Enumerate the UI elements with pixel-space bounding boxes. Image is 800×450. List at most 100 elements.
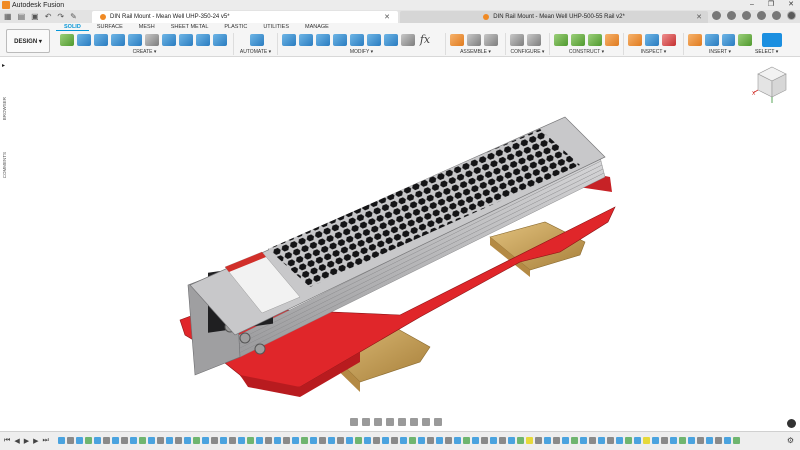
timeline-feature-icon[interactable] bbox=[688, 437, 695, 444]
timeline-feature-icon[interactable] bbox=[499, 437, 506, 444]
timeline-feature-icon[interactable] bbox=[625, 437, 632, 444]
extensions-icon[interactable] bbox=[727, 11, 736, 20]
timeline-feature-icon[interactable] bbox=[148, 437, 155, 444]
tab-din-rail-uhp-500[interactable]: DIN Rail Mount - Mean Well UHP-500-55 Ra… bbox=[400, 10, 708, 23]
timeline-feature-icon[interactable] bbox=[436, 437, 443, 444]
configure-icon[interactable] bbox=[510, 34, 524, 46]
select-menu[interactable]: SELECT ▾ bbox=[755, 49, 778, 55]
comments-panel-toggle[interactable]: COMMENTS bbox=[2, 152, 7, 178]
timeline-feature-icon[interactable] bbox=[346, 437, 353, 444]
measure-icon[interactable] bbox=[628, 34, 642, 46]
timeline-feature-icon[interactable] bbox=[175, 437, 182, 444]
timeline-feature-icon[interactable] bbox=[715, 437, 722, 444]
timeline-feature-icon[interactable] bbox=[607, 437, 614, 444]
table-icon[interactable] bbox=[527, 34, 541, 46]
timeline-feature-icon[interactable] bbox=[103, 437, 110, 444]
timeline-feature-icon[interactable] bbox=[238, 437, 245, 444]
timeline-feature-icon[interactable] bbox=[643, 437, 650, 444]
file-menu-icon[interactable]: ▤ bbox=[18, 12, 26, 21]
axis-icon[interactable] bbox=[588, 34, 602, 46]
grid-settings-icon[interactable] bbox=[422, 418, 430, 426]
point-icon[interactable] bbox=[605, 34, 619, 46]
chat-icon[interactable] bbox=[787, 419, 796, 428]
timeline-feature-icon[interactable] bbox=[139, 437, 146, 444]
as-built-joint-icon[interactable] bbox=[484, 34, 498, 46]
tab-surface[interactable]: SURFACE bbox=[89, 24, 131, 31]
timeline-feature-icon[interactable] bbox=[400, 437, 407, 444]
insert-derive-icon[interactable] bbox=[688, 34, 702, 46]
tab-sheet-metal[interactable]: SHEET METAL bbox=[163, 24, 217, 31]
timeline-feature-icon[interactable] bbox=[229, 437, 236, 444]
viewports-icon[interactable] bbox=[434, 418, 442, 426]
timeline-feature-icon[interactable] bbox=[256, 437, 263, 444]
timeline-feature-icon[interactable] bbox=[310, 437, 317, 444]
timeline-prev-button[interactable]: ◀ bbox=[14, 437, 19, 445]
timeline-feature-icon[interactable] bbox=[67, 437, 74, 444]
automate-menu[interactable]: AUTOMATE ▾ bbox=[234, 49, 277, 55]
timeline-feature-icon[interactable] bbox=[454, 437, 461, 444]
timeline-feature-icon[interactable] bbox=[562, 437, 569, 444]
timeline-play-button[interactable]: ▶ bbox=[24, 437, 29, 445]
timeline-feature-icon[interactable] bbox=[598, 437, 605, 444]
timeline-feature-icon[interactable] bbox=[247, 437, 254, 444]
timeline-feature-icon[interactable] bbox=[481, 437, 488, 444]
timeline-feature-icon[interactable] bbox=[184, 437, 191, 444]
rib-icon[interactable] bbox=[145, 34, 159, 46]
timeline-feature-icon[interactable] bbox=[418, 437, 425, 444]
timeline-feature-icon[interactable] bbox=[679, 437, 686, 444]
timeline-feature-icon[interactable] bbox=[517, 437, 524, 444]
fit-icon[interactable] bbox=[398, 418, 406, 426]
timeline-feature-icon[interactable] bbox=[706, 437, 713, 444]
timeline-feature-icon[interactable] bbox=[112, 437, 119, 444]
timeline-feature-icon[interactable] bbox=[292, 437, 299, 444]
timeline-feature-icon[interactable] bbox=[508, 437, 515, 444]
viewcube-graphic[interactable] bbox=[752, 63, 792, 105]
display-settings-icon[interactable] bbox=[410, 418, 418, 426]
timeline-feature-icon[interactable] bbox=[490, 437, 497, 444]
timeline-settings-icon[interactable]: ⚙ bbox=[787, 436, 794, 445]
timeline-feature-icon[interactable] bbox=[319, 437, 326, 444]
revolve-icon[interactable] bbox=[94, 34, 108, 46]
pan-icon[interactable] bbox=[374, 418, 382, 426]
configure-menu[interactable]: CONFIGURE ▾ bbox=[506, 49, 549, 55]
orbit-icon[interactable] bbox=[350, 418, 358, 426]
timeline-feature-icon[interactable] bbox=[337, 437, 344, 444]
timeline-feature-icon[interactable] bbox=[76, 437, 83, 444]
user-avatar[interactable] bbox=[787, 11, 796, 20]
move-icon[interactable] bbox=[401, 34, 415, 46]
timeline-feature-icon[interactable] bbox=[211, 437, 218, 444]
timeline-feature-icon[interactable] bbox=[580, 437, 587, 444]
press-pull-icon[interactable] bbox=[282, 34, 296, 46]
timeline-feature-icon[interactable] bbox=[328, 437, 335, 444]
combine-icon[interactable] bbox=[384, 34, 398, 46]
insert-mcmaster-icon[interactable] bbox=[738, 34, 752, 46]
timeline-feature-icon[interactable] bbox=[463, 437, 470, 444]
redo-icon[interactable]: ↷ bbox=[57, 12, 64, 21]
timeline-feature-icon[interactable] bbox=[589, 437, 596, 444]
timeline-next-button[interactable]: ▶ bbox=[33, 437, 38, 445]
timeline-feature-icon[interactable] bbox=[355, 437, 362, 444]
timeline-feature-icon[interactable] bbox=[382, 437, 389, 444]
plane-at-angle-icon[interactable] bbox=[571, 34, 585, 46]
timeline-feature-icon[interactable] bbox=[652, 437, 659, 444]
timeline-feature-icon[interactable] bbox=[616, 437, 623, 444]
timeline-feature-icon[interactable] bbox=[535, 437, 542, 444]
look-at-icon[interactable] bbox=[362, 418, 370, 426]
scale-icon[interactable] bbox=[367, 34, 381, 46]
close-tab-icon[interactable]: ✕ bbox=[384, 13, 390, 21]
timeline-feature-icon[interactable] bbox=[193, 437, 200, 444]
viewcube[interactable]: X bbox=[752, 63, 792, 105]
timeline-feature-icon[interactable] bbox=[661, 437, 668, 444]
timeline-feature-icon[interactable] bbox=[202, 437, 209, 444]
timeline-feature-icon[interactable] bbox=[58, 437, 65, 444]
shell-icon[interactable] bbox=[333, 34, 347, 46]
fillet-icon[interactable] bbox=[299, 34, 313, 46]
interference-icon[interactable] bbox=[662, 34, 676, 46]
sweep-icon[interactable] bbox=[111, 34, 125, 46]
insert-menu[interactable]: INSERT ▾ bbox=[684, 49, 756, 55]
timeline-feature-icon[interactable] bbox=[724, 437, 731, 444]
timeline-feature-icon[interactable] bbox=[166, 437, 173, 444]
timeline-feature-icon[interactable] bbox=[409, 437, 416, 444]
online-status-icon[interactable] bbox=[742, 11, 751, 20]
timeline-feature-icon[interactable] bbox=[301, 437, 308, 444]
